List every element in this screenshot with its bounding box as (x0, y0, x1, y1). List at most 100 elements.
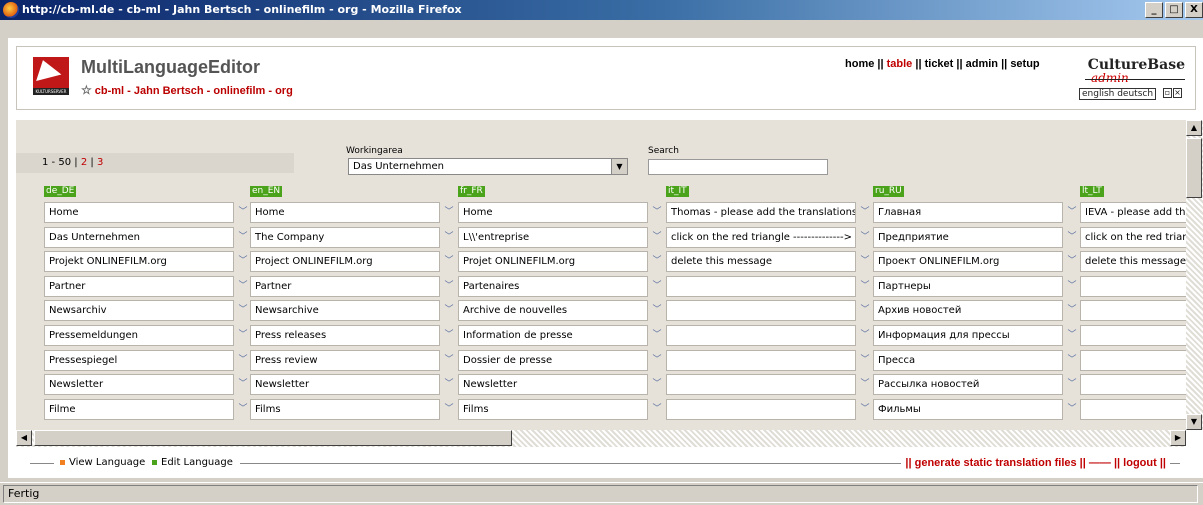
close-button[interactable]: X (1185, 2, 1203, 18)
translation-cell[interactable]: Фильмы (873, 399, 1063, 420)
chevron-down-icon[interactable]: ﹀ (236, 202, 250, 223)
translation-cell[interactable] (666, 350, 856, 371)
chevron-down-icon[interactable]: ﹀ (650, 374, 664, 395)
translation-cell[interactable]: Dossier de presse (458, 350, 648, 371)
translation-cell[interactable] (1080, 374, 1186, 395)
translation-cell[interactable]: Pressespiegel (44, 350, 234, 371)
translation-cell[interactable] (1080, 350, 1186, 371)
translation-cell[interactable] (1080, 325, 1186, 346)
chevron-down-icon[interactable]: ﹀ (236, 251, 250, 272)
translation-cell[interactable]: click on the red triangle --------------… (666, 227, 856, 248)
workingarea-select[interactable]: Das Unternehmen ▼ (348, 158, 628, 175)
translation-cell[interactable]: IEVA - please add the (1080, 202, 1186, 223)
chevron-down-icon[interactable]: ﹀ (236, 350, 250, 371)
chevron-down-icon[interactable]: ﹀ (858, 300, 872, 321)
chevron-down-icon[interactable]: ﹀ (858, 276, 872, 297)
chevron-down-icon[interactable]: ﹀ (858, 251, 872, 272)
chevron-down-icon[interactable]: ﹀ (1065, 350, 1079, 371)
chevron-down-icon[interactable]: ﹀ (1065, 202, 1079, 223)
close-icon[interactable]: × (1173, 88, 1182, 98)
chevron-down-icon[interactable]: ﹀ (1065, 227, 1079, 248)
chevron-down-icon[interactable]: ﹀ (858, 325, 872, 346)
chevron-down-icon[interactable]: ﹀ (442, 227, 456, 248)
chevron-down-icon[interactable]: ﹀ (650, 399, 664, 420)
translation-cell[interactable] (666, 325, 856, 346)
chevron-down-icon[interactable]: ﹀ (1065, 374, 1079, 395)
logout-link[interactable]: logout (1123, 457, 1157, 469)
chevron-down-icon[interactable]: ﹀ (858, 350, 872, 371)
chevron-down-icon[interactable]: ﹀ (1065, 251, 1079, 272)
chevron-down-icon[interactable]: ﹀ (650, 350, 664, 371)
chevron-down-icon[interactable]: ﹀ (236, 227, 250, 248)
scroll-right-button[interactable]: ▶ (1170, 430, 1186, 446)
chevron-down-icon[interactable]: ﹀ (858, 374, 872, 395)
nav-table[interactable]: table (887, 58, 913, 70)
search-input[interactable] (648, 159, 828, 175)
nav-admin[interactable]: admin (966, 58, 998, 70)
horizontal-scrollbar[interactable]: ◀ ▶ (16, 430, 1186, 447)
chevron-down-icon[interactable]: ﹀ (1065, 300, 1079, 321)
chevron-down-icon[interactable]: ﹀ (236, 399, 250, 420)
chevron-down-icon[interactable]: ﹀ (650, 325, 664, 346)
translation-cell[interactable]: Newsletter (250, 374, 440, 395)
chevron-down-icon[interactable]: ﹀ (650, 300, 664, 321)
chevron-down-icon[interactable]: ﹀ (442, 350, 456, 371)
chevron-down-icon[interactable]: ﹀ (650, 202, 664, 223)
project-subtitle[interactable]: ☆ cb-ml - Jahn Bertsch - onlinefilm - org (81, 83, 293, 97)
translation-cell[interactable]: Информация для прессы (873, 325, 1063, 346)
translation-cell[interactable] (1080, 300, 1186, 321)
chevron-down-icon[interactable]: ﹀ (236, 325, 250, 346)
translation-cell[interactable]: Партнеры (873, 276, 1063, 297)
page-link-2[interactable]: 2 (81, 157, 87, 168)
chevron-down-icon[interactable]: ﹀ (236, 374, 250, 395)
translation-cell[interactable]: L\\'entreprise (458, 227, 648, 248)
translation-cell[interactable] (666, 276, 856, 297)
chevron-down-icon[interactable]: ﹀ (1065, 325, 1079, 346)
translation-cell[interactable]: Предприятие (873, 227, 1063, 248)
chevron-down-icon[interactable]: ﹀ (442, 374, 456, 395)
chevron-down-icon[interactable]: ﹀ (650, 227, 664, 248)
translation-cell[interactable]: Проект ONLINEFILM.org (873, 251, 1063, 272)
translation-cell[interactable]: Projet ONLINEFILM.org (458, 251, 648, 272)
translation-cell[interactable] (1080, 276, 1186, 297)
translation-cell[interactable]: Newsletter (44, 374, 234, 395)
translation-cell[interactable]: Projekt ONLINEFILM.org (44, 251, 234, 272)
chevron-down-icon[interactable]: ﹀ (1065, 276, 1079, 297)
translation-cell[interactable]: click on the red triangle (1080, 227, 1186, 248)
nav-ticket[interactable]: ticket (925, 58, 954, 70)
dropdown-arrow-icon[interactable]: ▼ (611, 159, 627, 174)
minimize-button[interactable]: _ (1145, 2, 1163, 18)
vertical-scrollbar[interactable]: ▲ ▼ (1186, 120, 1203, 430)
translation-cell[interactable]: Newsarchiv (44, 300, 234, 321)
translation-cell[interactable] (666, 300, 856, 321)
chevron-down-icon[interactable]: ﹀ (236, 276, 250, 297)
horizontal-scroll-thumb[interactable] (34, 430, 512, 446)
nav-home[interactable]: home (845, 58, 874, 70)
translation-cell[interactable]: Films (458, 399, 648, 420)
maximize-button[interactable]: □ (1165, 2, 1183, 18)
generate-static-files-link[interactable]: generate static translation files (915, 457, 1077, 469)
translation-cell[interactable]: Films (250, 399, 440, 420)
translation-cell[interactable]: Partner (250, 276, 440, 297)
chevron-down-icon[interactable]: ﹀ (858, 202, 872, 223)
translation-cell[interactable]: Home (458, 202, 648, 223)
translation-cell[interactable]: Архив новостей (873, 300, 1063, 321)
restore-icon[interactable]: ▫ (1163, 88, 1172, 98)
language-switch[interactable]: english deutsch (1079, 88, 1157, 100)
kulturserver-logo[interactable]: KULTURSERVER (33, 57, 69, 95)
project-name[interactable]: cb-ml - Jahn Bertsch - onlinefilm - org (95, 85, 293, 97)
chevron-down-icon[interactable]: ﹀ (858, 227, 872, 248)
translation-cell[interactable]: Archive de nouvelles (458, 300, 648, 321)
nav-setup[interactable]: setup (1010, 58, 1039, 70)
translation-cell[interactable]: delete this message.... (1080, 251, 1186, 272)
scroll-left-button[interactable]: ◀ (16, 430, 32, 446)
scroll-down-button[interactable]: ▼ (1186, 414, 1202, 430)
chevron-down-icon[interactable]: ﹀ (1065, 399, 1079, 420)
vertical-scroll-thumb[interactable] (1186, 138, 1202, 198)
chevron-down-icon[interactable]: ﹀ (858, 399, 872, 420)
chevron-down-icon[interactable]: ﹀ (442, 251, 456, 272)
translation-cell[interactable]: Пресса (873, 350, 1063, 371)
chevron-down-icon[interactable]: ﹀ (442, 300, 456, 321)
translation-cell[interactable]: Home (44, 202, 234, 223)
translation-cell[interactable]: Рассылка новостей (873, 374, 1063, 395)
